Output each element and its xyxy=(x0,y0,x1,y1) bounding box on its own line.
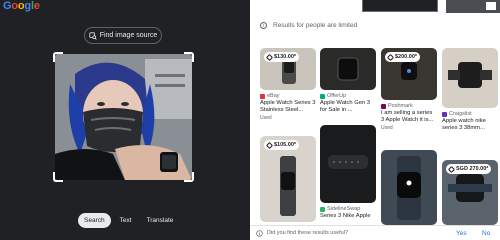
ebay-favicon-icon xyxy=(260,93,265,99)
find-image-source-button[interactable]: Find image source xyxy=(84,27,162,44)
result-thumbnail xyxy=(320,125,376,203)
google-logo[interactable]: Google xyxy=(3,0,40,12)
crop-handle-top-right[interactable] xyxy=(184,52,194,62)
result-source: Poshmark xyxy=(381,103,437,109)
crop-handle-bottom-left[interactable] xyxy=(53,172,63,182)
price-badge: SGD 270.00* xyxy=(446,164,492,174)
price-badge: $130.00* xyxy=(264,52,300,62)
result-thumbnail: $130.00* xyxy=(260,48,316,90)
poshmark-favicon-icon xyxy=(381,103,386,109)
info-icon: i xyxy=(260,22,267,29)
feedback-question: Did you find these results useful? xyxy=(267,230,349,236)
sidelineswap-favicon-icon xyxy=(320,206,325,212)
source-name: Craigslist xyxy=(449,111,472,117)
price-tag-icon xyxy=(447,165,456,173)
result-card[interactable]: $105.00* xyxy=(260,136,316,222)
price-badge: $105.00* xyxy=(264,140,300,150)
source-name: SidelineSwap xyxy=(327,206,361,212)
image-panel: Google Find image source Search Text Tra… xyxy=(0,0,250,240)
result-condition: Used xyxy=(381,125,393,131)
source-name: eBay xyxy=(267,93,280,99)
person-photo-illustration xyxy=(55,54,192,180)
result-card[interactable]: OfferUp Apple Watch Gen 3 for Sale in ..… xyxy=(320,48,376,114)
result-card[interactable]: $200.00* Poshmark I am selling a series … xyxy=(381,48,437,131)
notice-text: Results for people are limited xyxy=(273,22,358,29)
price-tag-icon xyxy=(265,53,274,61)
query-photo xyxy=(55,54,192,180)
result-card[interactable]: $130.00* eBay Apple Watch Series 3 Stain… xyxy=(260,48,316,121)
source-name: Poshmark xyxy=(388,103,413,109)
result-card[interactable] xyxy=(381,150,437,225)
craigslist-favicon-icon xyxy=(442,111,447,117)
tab-translate[interactable]: Translate xyxy=(141,213,180,228)
price-tag-icon xyxy=(386,53,395,61)
feedback-bar: Did you find these results useful? Yes N… xyxy=(250,225,500,240)
logo-letter: G xyxy=(3,0,12,12)
results-panel: i Results for people are limited $130.00… xyxy=(250,0,500,240)
top-result-thumbnail[interactable] xyxy=(446,0,500,13)
result-thumbnail xyxy=(442,48,498,108)
feedback-no-button[interactable]: No xyxy=(482,230,490,237)
watch-image xyxy=(328,155,368,169)
watch-image xyxy=(448,62,492,88)
tab-search[interactable]: Search xyxy=(78,213,111,228)
crop-handle-bottom-right[interactable] xyxy=(184,172,194,182)
price-text: $130.00* xyxy=(274,54,297,60)
watch-image xyxy=(397,156,421,220)
result-thumbnail xyxy=(381,150,437,225)
result-thumbnail: $200.00* xyxy=(381,48,437,100)
lens-results-view: Google Find image source Search Text Tra… xyxy=(0,0,500,240)
result-condition: Used xyxy=(260,115,272,121)
result-card[interactable]: Craigslist Apple watch nike series 3 38m… xyxy=(442,48,498,132)
image-search-icon xyxy=(89,31,97,40)
result-source: OfferUp xyxy=(320,93,376,99)
price-text: $200.00* xyxy=(395,54,418,60)
result-card[interactable]: SidelineSwap Series 3 Nike Apple xyxy=(320,125,376,220)
price-text: $105.00* xyxy=(274,142,297,148)
watch-image xyxy=(337,57,359,81)
crop-handle-top-left[interactable] xyxy=(53,52,63,62)
result-title: I am selling a series 3 Apple Watch it i… xyxy=(381,110,434,123)
result-title: Series 3 Nike Apple xyxy=(320,213,371,219)
feedback-yes-button[interactable]: Yes xyxy=(456,230,467,237)
result-source: Craigslist xyxy=(442,111,498,117)
result-title: Apple Watch Series 3 Stainless Steel... xyxy=(260,100,316,113)
results-limited-notice: i Results for people are limited xyxy=(260,22,357,29)
result-source: eBay xyxy=(260,93,316,99)
crop-selection[interactable] xyxy=(53,52,194,182)
offerup-favicon-icon xyxy=(320,93,325,99)
price-tag-icon xyxy=(265,141,274,149)
tab-text[interactable]: Text xyxy=(114,213,138,228)
result-thumbnail: $105.00* xyxy=(260,136,316,222)
price-badge: $200.00* xyxy=(385,52,421,62)
info-icon xyxy=(256,229,263,237)
find-image-source-label: Find image source xyxy=(99,32,158,39)
top-result-thumbnail[interactable] xyxy=(362,0,438,12)
result-thumbnail: SGD 270.00* xyxy=(442,160,498,225)
result-thumbnail xyxy=(320,48,376,90)
result-card[interactable]: SGD 270.00* xyxy=(442,160,498,225)
source-name: OfferUp xyxy=(327,93,347,99)
result-title: Apple watch nike series 3 38mm... xyxy=(442,118,486,131)
result-source: SidelineSwap xyxy=(320,206,376,212)
result-title: Apple Watch Gen 3 for Sale in ... xyxy=(320,100,371,113)
price-text: SGD 270.00* xyxy=(456,166,489,172)
logo-letter: e xyxy=(33,0,40,12)
lens-mode-tabs: Search Text Translate xyxy=(78,213,179,228)
